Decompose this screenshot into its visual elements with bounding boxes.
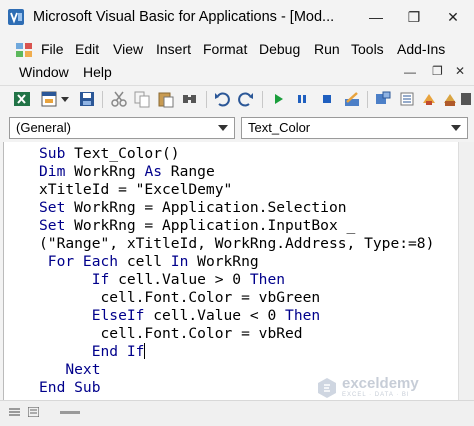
- find-icon[interactable]: [181, 90, 199, 108]
- code-line[interactable]: Dim WorkRng As Range: [39, 163, 215, 181]
- toolbox-icon[interactable]: [441, 90, 459, 108]
- project-explorer-icon[interactable]: [374, 90, 392, 108]
- mdi-restore-button[interactable]: ❐: [432, 64, 443, 78]
- chevron-down-icon[interactable]: [218, 125, 228, 131]
- procedure-combo[interactable]: Text_Color: [241, 117, 468, 139]
- copy-icon[interactable]: [133, 90, 151, 108]
- toolbar-separator: [102, 91, 103, 108]
- exceldemy-watermark: exceldemy EXCEL · DATA · BI: [316, 376, 419, 399]
- menu-view[interactable]: View: [113, 41, 143, 57]
- procedure-combo-value: Text_Color: [248, 120, 311, 135]
- code-editor[interactable]: Sub Text_Color() Dim WorkRng As Range xT…: [3, 142, 458, 400]
- toolbar-separator: [206, 91, 207, 108]
- help-icon[interactable]: [460, 90, 472, 108]
- properties-window-icon[interactable]: [398, 90, 416, 108]
- menu-insert[interactable]: Insert: [156, 41, 191, 57]
- code-line[interactable]: End Sub: [39, 379, 101, 397]
- code-line[interactable]: Sub Text_Color(): [39, 145, 180, 163]
- toolbar-separator: [367, 91, 368, 108]
- menu-tools[interactable]: Tools: [351, 41, 384, 57]
- code-line[interactable]: xTitleId = "ExcelDemy": [39, 181, 232, 199]
- menu-format[interactable]: Format: [203, 41, 247, 57]
- menu-window[interactable]: Window: [19, 64, 69, 80]
- code-line[interactable]: If cell.Value > 0 Then: [39, 271, 285, 289]
- undo-icon[interactable]: [213, 90, 231, 108]
- vertical-scrollbar[interactable]: [458, 142, 474, 400]
- menu-addins[interactable]: Add-Ins: [397, 41, 445, 57]
- watermark-tagline: EXCEL · DATA · BI: [342, 392, 410, 398]
- code-line[interactable]: For Each cell In WorkRng: [39, 253, 259, 271]
- code-line[interactable]: Set WorkRng = Application.InputBox _: [39, 217, 355, 235]
- module-icon[interactable]: [14, 41, 34, 59]
- minimize-button[interactable]: —: [363, 4, 389, 30]
- exceldemy-logo-icon: [318, 377, 336, 398]
- menu-run[interactable]: Run: [314, 41, 340, 57]
- procedure-view-icon[interactable]: [9, 407, 20, 417]
- code-line[interactable]: cell.Font.Color = vbRed: [39, 325, 303, 343]
- close-button[interactable]: ✕: [440, 4, 466, 30]
- horizontal-scrollbar[interactable]: [0, 400, 474, 426]
- menu-edit[interactable]: Edit: [75, 41, 99, 57]
- object-browser-icon[interactable]: [420, 90, 438, 108]
- cut-icon[interactable]: [110, 90, 128, 108]
- code-line[interactable]: ElseIf cell.Value < 0 Then: [39, 307, 320, 325]
- window-title: Microsoft Visual Basic for Applications …: [33, 9, 335, 25]
- object-combo-value: (General): [16, 120, 71, 135]
- watermark-name: exceldemy: [342, 375, 419, 392]
- menu-help[interactable]: Help: [83, 64, 112, 80]
- run-icon[interactable]: [269, 90, 287, 108]
- object-combo[interactable]: (General): [9, 117, 235, 139]
- text-caret: [144, 343, 146, 359]
- paste-icon[interactable]: [157, 90, 175, 108]
- menu-debug[interactable]: Debug: [259, 41, 300, 57]
- design-mode-icon[interactable]: [343, 90, 361, 108]
- toolbar-separator: [262, 91, 263, 108]
- code-line[interactable]: ("Range", xTitleId, WorkRng.Address, Typ…: [39, 235, 434, 253]
- menu-bar: File Edit View Insert Format Debug Run T…: [0, 36, 474, 84]
- excel-view-icon[interactable]: [13, 90, 31, 108]
- vba-app-icon: [8, 9, 24, 25]
- menu-file[interactable]: File: [41, 41, 64, 57]
- reset-icon[interactable]: [318, 90, 336, 108]
- mdi-minimize-button[interactable]: —: [404, 65, 416, 79]
- dropdown-arrow-icon[interactable]: [60, 90, 70, 108]
- code-line[interactable]: Set WorkRng = Application.Selection: [39, 199, 347, 217]
- save-icon[interactable]: [78, 90, 96, 108]
- full-module-view-icon[interactable]: [28, 407, 39, 417]
- standard-toolbar: [0, 85, 474, 113]
- restore-button[interactable]: ❐: [401, 4, 427, 30]
- chevron-down-icon[interactable]: [451, 125, 461, 131]
- break-icon[interactable]: [293, 90, 311, 108]
- code-line[interactable]: Next: [39, 361, 100, 379]
- title-bar: Microsoft Visual Basic for Applications …: [0, 0, 474, 35]
- code-line[interactable]: cell.Font.Color = vbGreen: [39, 289, 321, 307]
- insert-userform-icon[interactable]: [40, 90, 58, 108]
- redo-icon[interactable]: [237, 90, 255, 108]
- horizontal-scroll-thumb[interactable]: [60, 411, 80, 414]
- code-line[interactable]: End If: [39, 343, 146, 361]
- mdi-close-button[interactable]: ✕: [455, 64, 465, 78]
